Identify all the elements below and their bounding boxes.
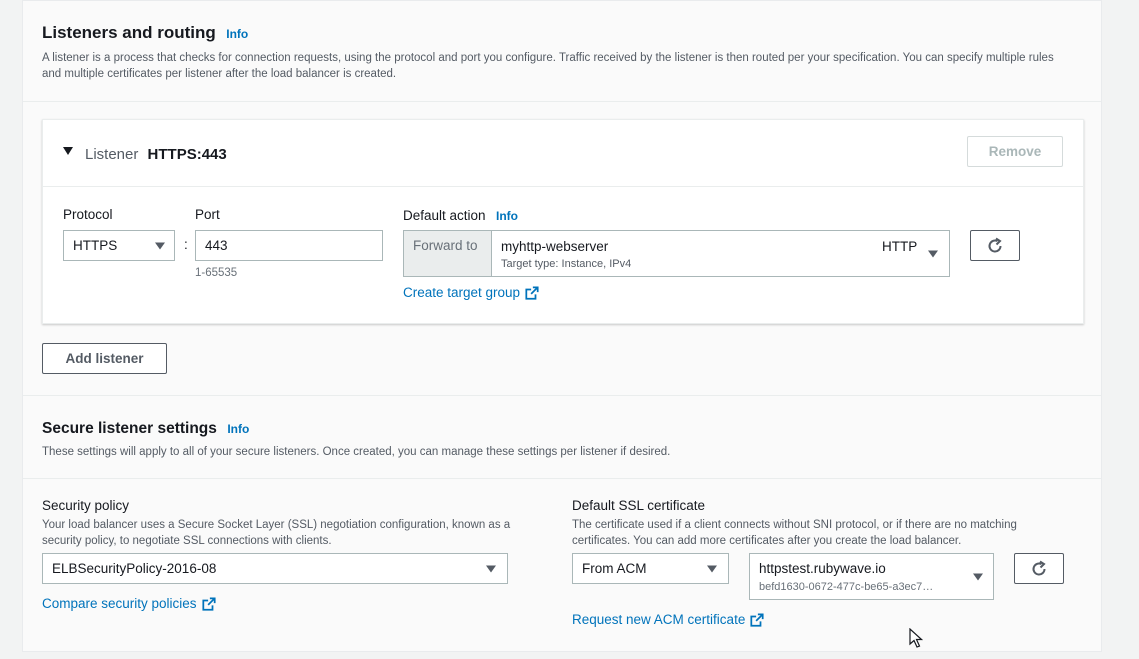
- create-target-group-label: Create target group: [403, 285, 521, 300]
- mouse-cursor-icon: [909, 628, 923, 648]
- protocol-label: Protocol: [63, 207, 113, 222]
- external-link-icon: [525, 285, 539, 300]
- secure-info-link[interactable]: Info: [227, 422, 249, 436]
- certificate-select[interactable]: httpstest.rubywave.io befd1630-0672-477c…: [749, 553, 994, 600]
- request-acm-certificate-link[interactable]: Request new ACM certificate: [572, 612, 764, 627]
- port-hint: 1-65535: [195, 267, 238, 279]
- refresh-icon: [1032, 560, 1046, 575]
- listener-name: HTTPS:443: [147, 146, 227, 163]
- caret-down-icon: [707, 565, 717, 572]
- target-group-type: Target type: Instance, IPv4: [501, 258, 632, 270]
- certificate-id: befd1630-0672-477c-be65-a3ec7…: [759, 581, 934, 593]
- main-panel: Listeners and routing Info A listener is…: [22, 0, 1102, 652]
- request-acm-certificate-label: Request new ACM certificate: [572, 612, 746, 627]
- security-policy-label: Security policy: [42, 498, 130, 513]
- listener-card-header: Listener HTTPS:443 Remove: [43, 120, 1083, 187]
- compare-security-policies-link[interactable]: Compare security policies: [42, 596, 216, 611]
- add-listener-button[interactable]: Add listener: [42, 343, 167, 374]
- expand-triangle-icon[interactable]: [63, 147, 73, 155]
- port-label: Port: [195, 207, 220, 222]
- forward-to-group: Forward to myhttp-webserver Target type:…: [403, 230, 950, 277]
- caret-down-icon: [973, 573, 983, 580]
- caret-down-icon: [486, 565, 496, 572]
- listener-label: Listener: [85, 146, 139, 163]
- certificate-source-value: From ACM: [582, 561, 647, 576]
- forward-to-label: Forward to: [404, 231, 492, 276]
- listeners-section-description: A listener is a process that checks for …: [42, 52, 1054, 80]
- security-policy-select[interactable]: ELBSecurityPolicy-2016-08: [42, 553, 508, 584]
- protocol-value: HTTPS: [73, 238, 118, 253]
- port-value: 443: [205, 238, 228, 253]
- ssl-certificate-description: The certificate used if a client connect…: [572, 519, 1017, 547]
- target-group-select[interactable]: myhttp-webserver Target type: Instance, …: [492, 231, 949, 276]
- protocol-port-separator: :: [184, 237, 188, 252]
- secure-section-description: These settings will apply to all of your…: [42, 446, 671, 458]
- listeners-section-header: Listeners and routing Info A listener is…: [23, 1, 1101, 102]
- caret-down-icon: [155, 242, 165, 249]
- secure-section-header: Secure listener settings Info These sett…: [23, 395, 1101, 479]
- ssl-certificate-label: Default SSL certificate: [572, 498, 706, 513]
- external-link-icon: [750, 612, 764, 627]
- listeners-info-link[interactable]: Info: [226, 27, 248, 41]
- refresh-target-groups-button[interactable]: [970, 230, 1020, 261]
- refresh-icon: [988, 237, 1002, 252]
- target-group-protocol: HTTP: [882, 239, 918, 254]
- protocol-select[interactable]: HTTPS: [63, 230, 175, 261]
- listener-card: Listener HTTPS:443 Remove Protocol HTTPS…: [42, 119, 1084, 324]
- port-input[interactable]: 443: [195, 230, 383, 261]
- security-policy-description: Your load balancer uses a Secure Socket …: [42, 519, 511, 547]
- create-target-group-link[interactable]: Create target group: [403, 285, 539, 300]
- refresh-certificates-button[interactable]: [1014, 553, 1064, 584]
- certificate-source-select[interactable]: From ACM: [572, 553, 729, 584]
- security-policy-value: ELBSecurityPolicy-2016-08: [52, 561, 217, 576]
- default-action-label: Default action: [403, 208, 486, 223]
- certificate-name: httpstest.rubywave.io: [759, 561, 886, 576]
- target-group-name: myhttp-webserver: [501, 239, 609, 254]
- listeners-section-title: Listeners and routing: [42, 23, 216, 42]
- default-action-heading: Default action Info: [403, 207, 518, 225]
- remove-button[interactable]: Remove: [967, 136, 1063, 167]
- compare-security-policies-label: Compare security policies: [42, 596, 197, 611]
- secure-section-title: Secure listener settings: [42, 420, 217, 437]
- caret-down-icon: [928, 250, 938, 257]
- listener-title: Listener HTTPS:443: [85, 146, 227, 163]
- external-link-icon: [202, 596, 216, 611]
- default-action-info-link[interactable]: Info: [496, 209, 518, 223]
